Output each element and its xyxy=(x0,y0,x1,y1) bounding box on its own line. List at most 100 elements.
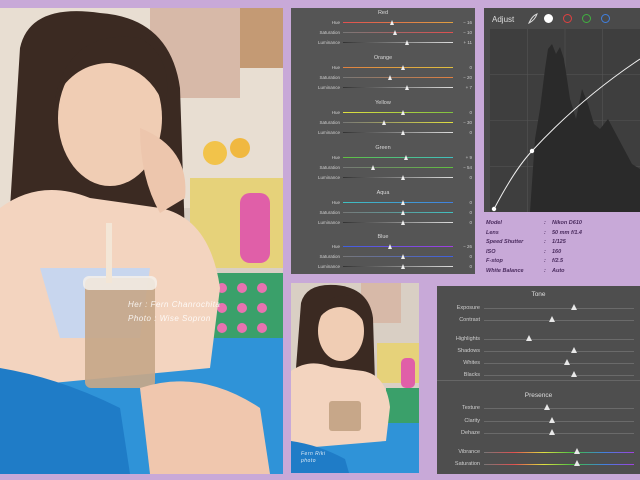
hsl-slider-track[interactable] xyxy=(343,112,453,114)
hsl-slider-row[interactable]: Luminance 0 xyxy=(291,219,475,226)
hsl-slider-track[interactable] xyxy=(343,132,453,134)
tone-slider-handle[interactable] xyxy=(571,371,577,377)
presence-slider-row[interactable]: Vibrance xyxy=(437,447,640,457)
presence-slider-track[interactable] xyxy=(484,433,634,434)
brush-icon[interactable] xyxy=(527,13,539,25)
hsl-slider-handle[interactable] xyxy=(404,154,409,160)
hsl-slider-track[interactable] xyxy=(343,202,453,204)
presence-slider-handle[interactable] xyxy=(574,460,580,466)
hsl-slider-handle[interactable] xyxy=(393,29,398,35)
presence-slider-handle[interactable] xyxy=(548,417,555,423)
presence-slider-row[interactable]: Dehaze xyxy=(437,428,640,438)
hsl-slider-handle[interactable] xyxy=(401,219,405,225)
hsl-slider-label: Hue xyxy=(331,20,340,25)
hsl-slider-handle[interactable] xyxy=(401,109,405,115)
hsl-slider-track[interactable] xyxy=(343,212,453,214)
hsl-slider-handle[interactable] xyxy=(401,174,405,180)
hsl-slider-row[interactable]: Hue 0 xyxy=(291,199,475,206)
white-channel-icon[interactable] xyxy=(544,14,553,23)
hsl-slider-track[interactable] xyxy=(343,222,453,224)
hsl-slider-track[interactable] xyxy=(343,246,453,248)
presence-slider-row[interactable]: Texture xyxy=(437,403,640,413)
hsl-slider-row[interactable]: Saturation − 54 xyxy=(291,164,475,171)
tone-slider-track[interactable] xyxy=(484,363,634,364)
presence-slider-row[interactable]: Saturation xyxy=(437,459,640,469)
tone-slider-row[interactable]: Highlights xyxy=(437,334,640,344)
hsl-panel: Red Hue − 16 Saturation − 10 Luminance + 11 Ora… xyxy=(291,8,475,274)
hsl-slider-row[interactable]: Hue + 9 xyxy=(291,154,475,161)
camera-info-value: 50 mm f/1.4 xyxy=(552,229,582,236)
tone-slider-track[interactable] xyxy=(484,351,634,352)
hsl-slider-track[interactable] xyxy=(343,177,453,179)
tone-curve[interactable] xyxy=(490,29,640,212)
hsl-slider-row[interactable]: Luminance + 11 xyxy=(291,39,475,46)
hsl-slider-label: Luminance xyxy=(317,40,340,45)
hsl-slider-track[interactable] xyxy=(343,32,453,34)
hsl-slider-track[interactable] xyxy=(343,22,453,24)
hsl-slider-track[interactable] xyxy=(343,67,453,69)
presence-slider-handle[interactable] xyxy=(544,404,550,410)
presence-slider-track[interactable] xyxy=(484,464,634,465)
tone-slider-handle[interactable] xyxy=(563,359,570,365)
tone-slider-row[interactable]: Whites xyxy=(437,358,640,368)
tone-slider-row[interactable]: Shadows xyxy=(437,346,640,356)
hsl-slider-track[interactable] xyxy=(343,42,453,44)
hsl-slider-row[interactable]: Saturation − 20 xyxy=(291,74,475,81)
hsl-slider-row[interactable]: Hue − 26 xyxy=(291,243,475,250)
tone-slider-track[interactable] xyxy=(484,308,634,309)
hsl-slider-handle[interactable] xyxy=(401,209,405,215)
tone-slider-handle[interactable] xyxy=(548,316,555,322)
hsl-slider-row[interactable]: Luminance 0 xyxy=(291,129,475,136)
tone-slider-row[interactable]: Contrast xyxy=(437,315,640,325)
hsl-slider-row[interactable]: Luminance 0 xyxy=(291,263,475,270)
presence-slider-handle[interactable] xyxy=(548,429,555,435)
hsl-slider-row[interactable]: Hue − 16 xyxy=(291,19,475,26)
hsl-slider-track[interactable] xyxy=(343,167,453,169)
hsl-slider-row[interactable]: Hue 0 xyxy=(291,109,475,116)
tone-slider-row[interactable]: Blacks xyxy=(437,370,640,380)
hsl-slider-row[interactable]: Saturation 0 xyxy=(291,253,475,260)
presence-slider-track[interactable] xyxy=(484,408,634,409)
hsl-slider-handle[interactable] xyxy=(405,39,410,45)
hsl-slider-handle[interactable] xyxy=(401,64,405,70)
tone-slider-handle[interactable] xyxy=(526,335,532,341)
tone-slider-handle[interactable] xyxy=(571,347,577,353)
hsl-slider-row[interactable]: Luminance 0 xyxy=(291,174,475,181)
hsl-slider-handle[interactable] xyxy=(405,84,410,90)
hsl-slider-track[interactable] xyxy=(343,87,453,89)
presence-slider-handle[interactable] xyxy=(574,448,580,454)
tone-slider-track[interactable] xyxy=(484,320,634,321)
green-channel-icon[interactable] xyxy=(582,14,591,23)
blue-channel-icon[interactable] xyxy=(601,14,610,23)
hsl-slider-handle[interactable] xyxy=(371,164,376,170)
hsl-slider-handle[interactable] xyxy=(387,243,392,249)
hsl-slider-track[interactable] xyxy=(343,266,453,268)
hsl-slider-handle[interactable] xyxy=(390,19,394,25)
hsl-slider-handle[interactable] xyxy=(401,199,405,205)
hsl-slider-row[interactable]: Saturation − 30 xyxy=(291,119,475,126)
hsl-slider-handle[interactable] xyxy=(387,74,392,80)
hsl-slider-row[interactable]: Saturation 0 xyxy=(291,209,475,216)
hsl-slider-row[interactable]: Saturation − 10 xyxy=(291,29,475,36)
hsl-slider-track[interactable] xyxy=(343,256,453,258)
hsl-slider-row[interactable]: Luminance + 7 xyxy=(291,84,475,91)
tone-slider-track[interactable] xyxy=(484,339,634,340)
hsl-slider-track[interactable] xyxy=(343,157,453,159)
photo-credit-1: Her : Fern Chanrochita xyxy=(128,300,221,309)
hsl-slider-track[interactable] xyxy=(343,77,453,79)
hsl-slider-track[interactable] xyxy=(343,122,453,124)
hsl-slider-handle[interactable] xyxy=(401,129,405,135)
hsl-slider-handle[interactable] xyxy=(401,253,405,259)
tone-slider-track[interactable] xyxy=(484,375,634,376)
presence-slider-row[interactable]: Clarity xyxy=(437,416,640,426)
presence-slider-track[interactable] xyxy=(484,452,634,453)
tone-slider-handle[interactable] xyxy=(571,304,577,310)
camera-info-separator: : xyxy=(544,248,546,255)
hsl-slider-handle[interactable] xyxy=(382,119,387,125)
hsl-slider-row[interactable]: Hue 0 xyxy=(291,64,475,71)
presence-slider-track[interactable] xyxy=(484,421,634,422)
tone-slider-row[interactable]: Exposure xyxy=(437,303,640,313)
hsl-group-title: Orange xyxy=(373,55,393,61)
hsl-slider-handle[interactable] xyxy=(401,263,405,269)
red-channel-icon[interactable] xyxy=(563,14,572,23)
